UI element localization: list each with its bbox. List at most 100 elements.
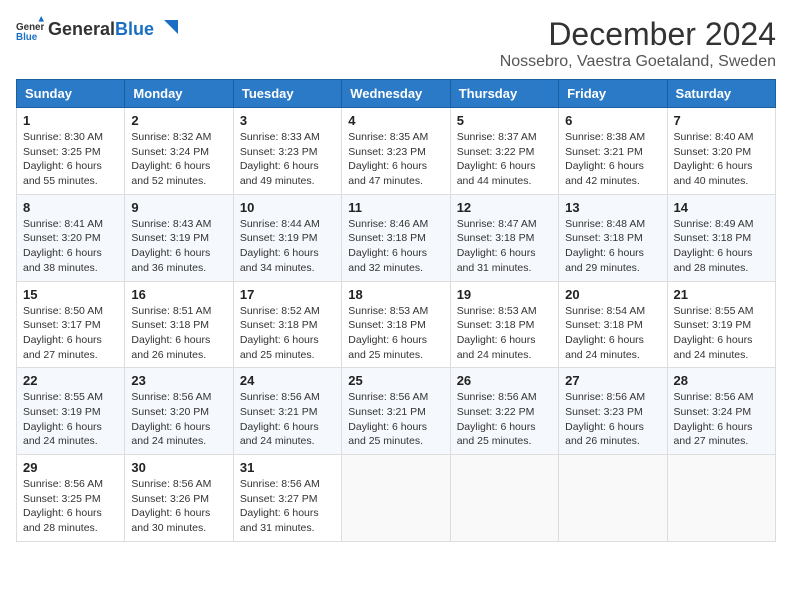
header-row: SundayMondayTuesdayWednesdayThursdayFrid… [17, 80, 776, 108]
day-number: 25 [348, 373, 443, 388]
logo-icon: General Blue [16, 16, 44, 44]
day-info: Sunrise: 8:54 AM Sunset: 3:18 PM Dayligh… [565, 304, 660, 363]
day-cell [342, 455, 450, 542]
day-cell [559, 455, 667, 542]
day-info: Sunrise: 8:37 AM Sunset: 3:22 PM Dayligh… [457, 130, 552, 189]
day-info: Sunrise: 8:47 AM Sunset: 3:18 PM Dayligh… [457, 217, 552, 276]
day-cell: 31 Sunrise: 8:56 AM Sunset: 3:27 PM Dayl… [233, 455, 341, 542]
day-number: 17 [240, 287, 335, 302]
day-number: 21 [674, 287, 769, 302]
day-number: 27 [565, 373, 660, 388]
day-info: Sunrise: 8:40 AM Sunset: 3:20 PM Dayligh… [674, 130, 769, 189]
header-day-friday: Friday [559, 80, 667, 108]
day-info: Sunrise: 8:55 AM Sunset: 3:19 PM Dayligh… [674, 304, 769, 363]
day-number: 26 [457, 373, 552, 388]
day-cell: 6 Sunrise: 8:38 AM Sunset: 3:21 PM Dayli… [559, 108, 667, 195]
day-info: Sunrise: 8:46 AM Sunset: 3:18 PM Dayligh… [348, 217, 443, 276]
week-row-4: 22 Sunrise: 8:55 AM Sunset: 3:19 PM Dayl… [17, 368, 776, 455]
day-info: Sunrise: 8:41 AM Sunset: 3:20 PM Dayligh… [23, 217, 118, 276]
day-info: Sunrise: 8:38 AM Sunset: 3:21 PM Dayligh… [565, 130, 660, 189]
day-info: Sunrise: 8:53 AM Sunset: 3:18 PM Dayligh… [348, 304, 443, 363]
day-cell: 9 Sunrise: 8:43 AM Sunset: 3:19 PM Dayli… [125, 194, 233, 281]
day-number: 6 [565, 113, 660, 128]
day-cell: 13 Sunrise: 8:48 AM Sunset: 3:18 PM Dayl… [559, 194, 667, 281]
page-title: December 2024 [500, 16, 776, 53]
header-day-sunday: Sunday [17, 80, 125, 108]
day-info: Sunrise: 8:50 AM Sunset: 3:17 PM Dayligh… [23, 304, 118, 363]
day-cell: 10 Sunrise: 8:44 AM Sunset: 3:19 PM Dayl… [233, 194, 341, 281]
day-number: 15 [23, 287, 118, 302]
day-number: 9 [131, 200, 226, 215]
day-number: 2 [131, 113, 226, 128]
day-cell: 15 Sunrise: 8:50 AM Sunset: 3:17 PM Dayl… [17, 281, 125, 368]
week-row-2: 8 Sunrise: 8:41 AM Sunset: 3:20 PM Dayli… [17, 194, 776, 281]
day-info: Sunrise: 8:48 AM Sunset: 3:18 PM Dayligh… [565, 217, 660, 276]
day-cell [667, 455, 775, 542]
day-number: 5 [457, 113, 552, 128]
logo: General Blue General Blue [16, 16, 178, 44]
day-number: 28 [674, 373, 769, 388]
day-cell [450, 455, 558, 542]
day-cell: 25 Sunrise: 8:56 AM Sunset: 3:21 PM Dayl… [342, 368, 450, 455]
day-cell: 7 Sunrise: 8:40 AM Sunset: 3:20 PM Dayli… [667, 108, 775, 195]
day-info: Sunrise: 8:33 AM Sunset: 3:23 PM Dayligh… [240, 130, 335, 189]
day-cell: 27 Sunrise: 8:56 AM Sunset: 3:23 PM Dayl… [559, 368, 667, 455]
day-cell: 22 Sunrise: 8:55 AM Sunset: 3:19 PM Dayl… [17, 368, 125, 455]
day-number: 16 [131, 287, 226, 302]
day-info: Sunrise: 8:55 AM Sunset: 3:19 PM Dayligh… [23, 390, 118, 449]
day-cell: 16 Sunrise: 8:51 AM Sunset: 3:18 PM Dayl… [125, 281, 233, 368]
day-cell: 4 Sunrise: 8:35 AM Sunset: 3:23 PM Dayli… [342, 108, 450, 195]
title-area: December 2024 Nossebro, Vaestra Goetalan… [500, 16, 776, 71]
calendar-body: 1 Sunrise: 8:30 AM Sunset: 3:25 PM Dayli… [17, 108, 776, 542]
day-cell: 29 Sunrise: 8:56 AM Sunset: 3:25 PM Dayl… [17, 455, 125, 542]
day-cell: 11 Sunrise: 8:46 AM Sunset: 3:18 PM Dayl… [342, 194, 450, 281]
day-number: 13 [565, 200, 660, 215]
day-number: 14 [674, 200, 769, 215]
day-cell: 20 Sunrise: 8:54 AM Sunset: 3:18 PM Dayl… [559, 281, 667, 368]
day-number: 19 [457, 287, 552, 302]
header-day-tuesday: Tuesday [233, 80, 341, 108]
page-subtitle: Nossebro, Vaestra Goetaland, Sweden [500, 53, 776, 71]
logo-general: General [48, 19, 115, 42]
day-cell: 19 Sunrise: 8:53 AM Sunset: 3:18 PM Dayl… [450, 281, 558, 368]
svg-text:Blue: Blue [16, 32, 38, 43]
day-number: 3 [240, 113, 335, 128]
day-info: Sunrise: 8:56 AM Sunset: 3:23 PM Dayligh… [565, 390, 660, 449]
day-number: 1 [23, 113, 118, 128]
day-info: Sunrise: 8:49 AM Sunset: 3:18 PM Dayligh… [674, 217, 769, 276]
header-day-monday: Monday [125, 80, 233, 108]
day-cell: 17 Sunrise: 8:52 AM Sunset: 3:18 PM Dayl… [233, 281, 341, 368]
header-day-thursday: Thursday [450, 80, 558, 108]
day-info: Sunrise: 8:56 AM Sunset: 3:26 PM Dayligh… [131, 477, 226, 536]
day-cell: 12 Sunrise: 8:47 AM Sunset: 3:18 PM Dayl… [450, 194, 558, 281]
day-number: 20 [565, 287, 660, 302]
day-info: Sunrise: 8:56 AM Sunset: 3:25 PM Dayligh… [23, 477, 118, 536]
day-cell: 3 Sunrise: 8:33 AM Sunset: 3:23 PM Dayli… [233, 108, 341, 195]
day-number: 18 [348, 287, 443, 302]
day-cell: 21 Sunrise: 8:55 AM Sunset: 3:19 PM Dayl… [667, 281, 775, 368]
day-cell: 2 Sunrise: 8:32 AM Sunset: 3:24 PM Dayli… [125, 108, 233, 195]
day-cell: 23 Sunrise: 8:56 AM Sunset: 3:20 PM Dayl… [125, 368, 233, 455]
header-day-wednesday: Wednesday [342, 80, 450, 108]
day-info: Sunrise: 8:56 AM Sunset: 3:22 PM Dayligh… [457, 390, 552, 449]
day-info: Sunrise: 8:44 AM Sunset: 3:19 PM Dayligh… [240, 217, 335, 276]
day-number: 24 [240, 373, 335, 388]
day-info: Sunrise: 8:56 AM Sunset: 3:24 PM Dayligh… [674, 390, 769, 449]
day-info: Sunrise: 8:30 AM Sunset: 3:25 PM Dayligh… [23, 130, 118, 189]
day-cell: 1 Sunrise: 8:30 AM Sunset: 3:25 PM Dayli… [17, 108, 125, 195]
day-number: 11 [348, 200, 443, 215]
day-cell: 8 Sunrise: 8:41 AM Sunset: 3:20 PM Dayli… [17, 194, 125, 281]
day-info: Sunrise: 8:53 AM Sunset: 3:18 PM Dayligh… [457, 304, 552, 363]
day-info: Sunrise: 8:56 AM Sunset: 3:21 PM Dayligh… [348, 390, 443, 449]
day-number: 7 [674, 113, 769, 128]
logo-triangle-icon [156, 20, 178, 42]
day-info: Sunrise: 8:35 AM Sunset: 3:23 PM Dayligh… [348, 130, 443, 189]
logo-blue: Blue [115, 19, 154, 42]
day-number: 29 [23, 460, 118, 475]
day-number: 12 [457, 200, 552, 215]
page-header: General Blue General Blue December 2024 … [16, 16, 776, 71]
day-cell: 24 Sunrise: 8:56 AM Sunset: 3:21 PM Dayl… [233, 368, 341, 455]
day-cell: 30 Sunrise: 8:56 AM Sunset: 3:26 PM Dayl… [125, 455, 233, 542]
day-cell: 14 Sunrise: 8:49 AM Sunset: 3:18 PM Dayl… [667, 194, 775, 281]
day-info: Sunrise: 8:56 AM Sunset: 3:20 PM Dayligh… [131, 390, 226, 449]
